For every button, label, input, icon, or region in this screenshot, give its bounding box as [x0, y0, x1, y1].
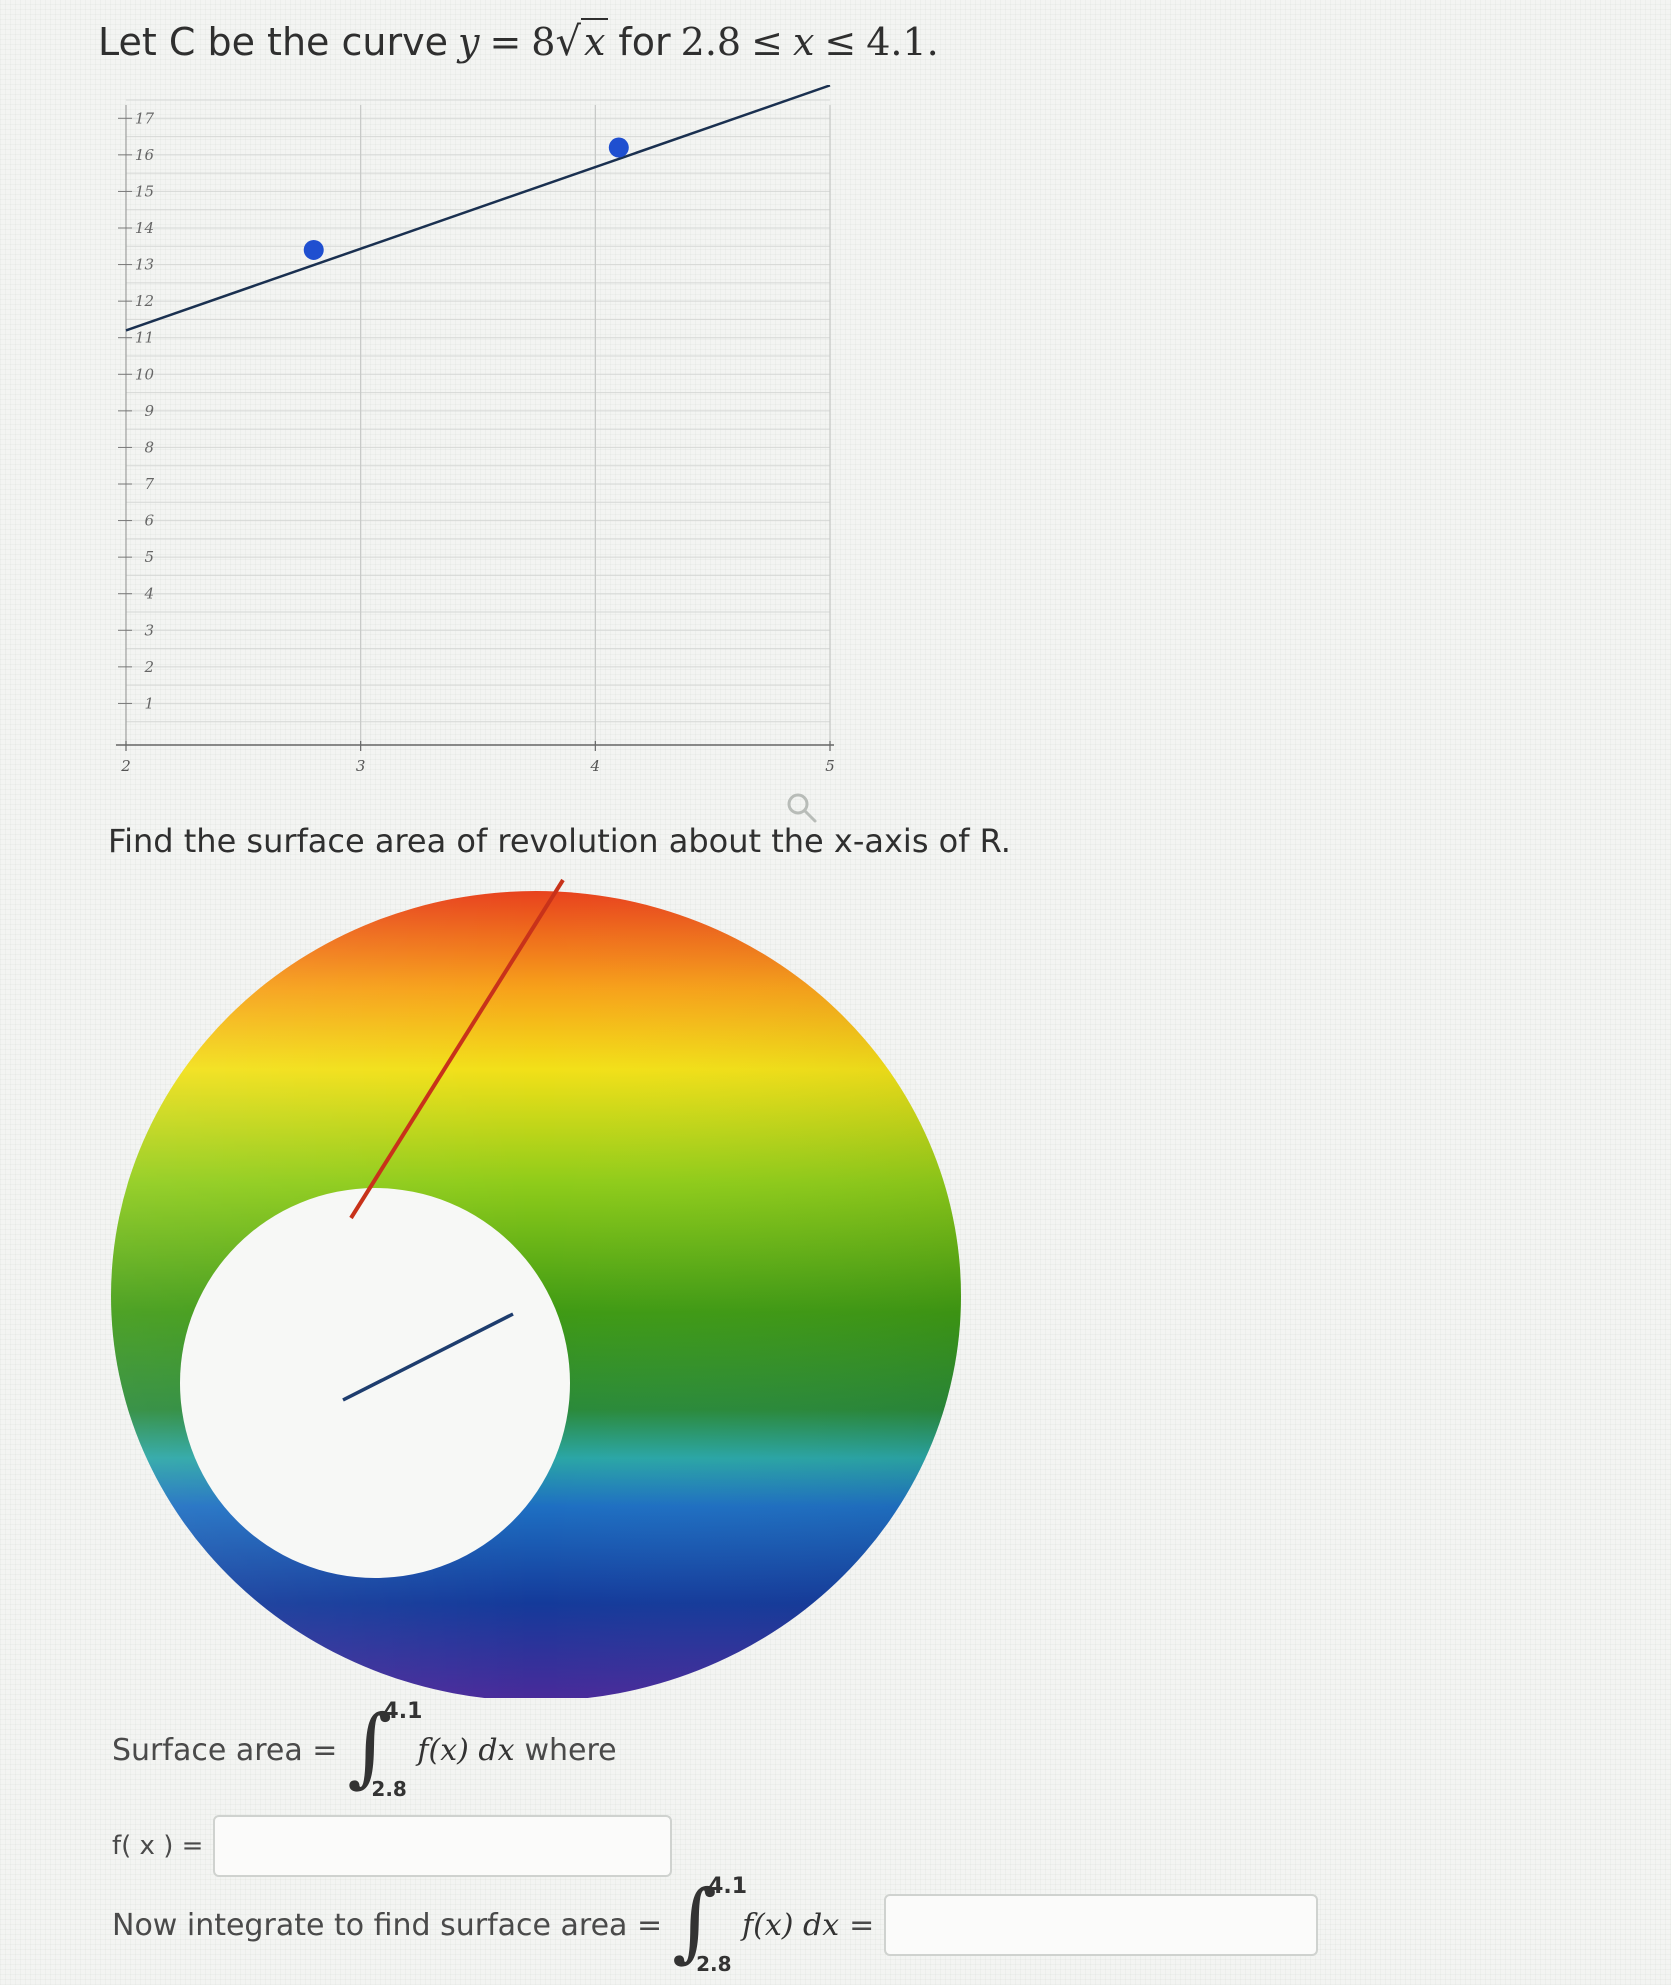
magnifier-icon[interactable] [784, 790, 818, 824]
final-integrand: f(x) dx [742, 1907, 840, 1943]
sqrt-expression: 8 √ x [531, 18, 609, 65]
final-integral-upper: 4.1 [708, 1874, 748, 1899]
radical-icon: √ [555, 19, 581, 65]
y-tick-label: 3 [144, 621, 154, 639]
problem-statement: Let C be the curve y = 8 √ x for 2.8 ≤ x… [98, 18, 939, 65]
leq-sign-2: ≤ [824, 20, 857, 64]
y-tick-label: 9 [144, 402, 154, 420]
y-tick-label: 11 [135, 329, 154, 347]
final-equals: = [849, 1907, 875, 1943]
y-tick-label: 12 [135, 292, 154, 310]
radicand: x [580, 18, 609, 64]
y-tick-label: 7 [144, 475, 154, 493]
y-tick-label: 1 [144, 694, 154, 712]
x-tick-label: 2 [120, 757, 131, 775]
fx-answer-row: f( x ) = [112, 1815, 673, 1877]
fx-label: f( x ) = [112, 1831, 204, 1861]
leq-sign: ≤ [751, 20, 783, 64]
final-integral-lower: 2.8 [696, 1952, 732, 1976]
curve-line [125, 85, 831, 332]
surface-area-expression: Surface area = ∫ 4.1 2.8 f(x) dx where [112, 1697, 617, 1801]
problem-prefix: Let C be the curve [98, 20, 448, 64]
integral-lower-limit: 2.8 [371, 1777, 407, 1801]
upper-bound: 4.1. [866, 20, 939, 64]
surface-area-label: Surface area = [112, 1732, 338, 1768]
x-variable: x [792, 20, 815, 64]
integrand: f(x) dx [417, 1732, 515, 1768]
y-tick-label: 16 [135, 146, 155, 164]
curve-graph: 12345678910111213141516172 3 4 5 [116, 85, 835, 775]
x-tick-label: 3 [356, 757, 366, 775]
y-tick-label: 13 [135, 256, 154, 274]
equals-sign: = [489, 20, 522, 64]
integral-upper-limit: 4.1 [383, 1699, 423, 1724]
curve-endpoint [608, 137, 629, 158]
surface-of-revolution-plot[interactable] [108, 878, 978, 1698]
instruction-text: Find the surface area of revolution abou… [108, 822, 1011, 860]
coefficient: 8 [531, 20, 556, 64]
for-word: for [618, 20, 671, 64]
final-integral-sign: ∫ 4.1 2.8 [672, 1872, 748, 1976]
curve-endpoint [303, 239, 324, 260]
surface-area-input[interactable] [884, 1894, 1319, 1956]
y-tick-label: 17 [135, 109, 155, 127]
lower-bound: 2.8 [680, 20, 742, 64]
x-tick-label: 5 [825, 757, 835, 775]
where-word: where [524, 1732, 617, 1768]
y-tick-label: 8 [144, 438, 154, 456]
y-tick-label: 6 [144, 512, 154, 530]
y-tick-label: 14 [135, 219, 154, 237]
x-tick-label: 4 [590, 757, 601, 775]
y-tick-label: 10 [135, 365, 155, 383]
y-variable: y [457, 20, 480, 64]
y-tick-label: 15 [135, 182, 154, 200]
y-tick-label: 2 [143, 658, 154, 676]
y-tick-label: 5 [144, 548, 154, 566]
final-label: Now integrate to find surface area = [112, 1907, 663, 1943]
integral-sign: ∫ 4.1 2.8 [347, 1697, 423, 1801]
y-tick-label: 4 [143, 585, 154, 603]
final-answer-row: Now integrate to find surface area = ∫ 4… [112, 1872, 1319, 1976]
fx-input[interactable] [213, 1815, 673, 1877]
